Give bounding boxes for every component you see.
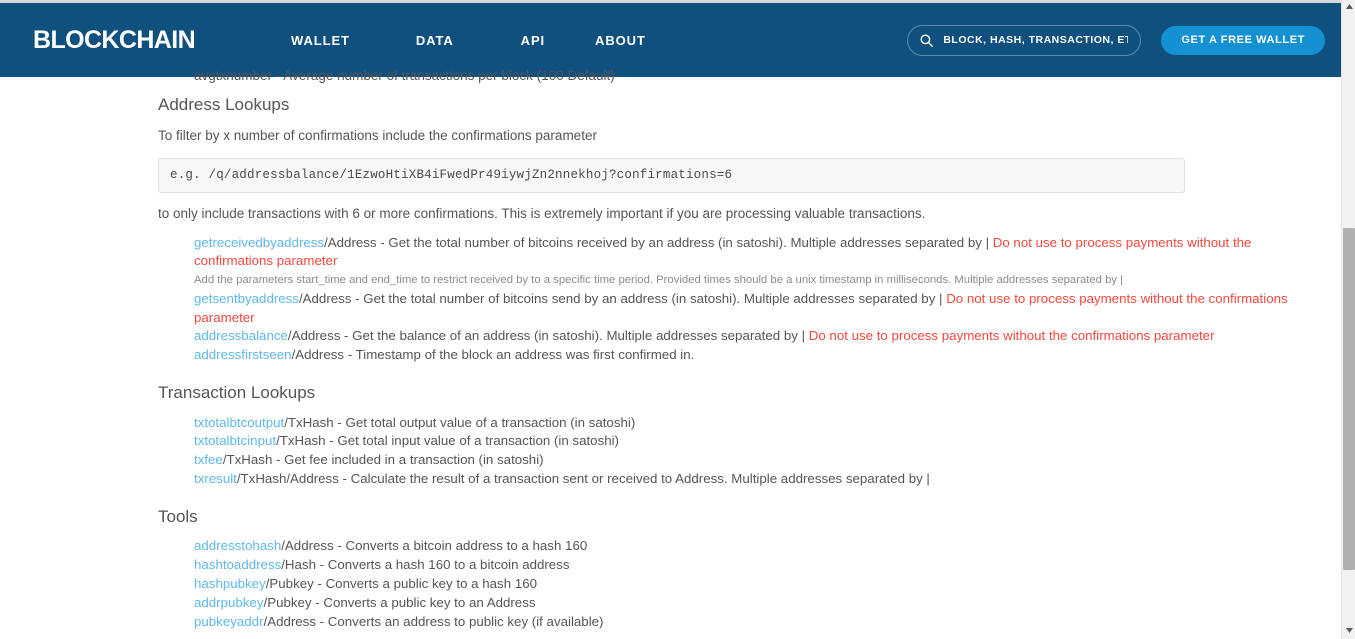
nav-item-data[interactable]: DATA (416, 33, 454, 48)
list-item: txtotalbtcoutput/TxHash - Get total outp… (194, 414, 1311, 433)
vertical-scrollbar[interactable] (1341, 0, 1355, 639)
scroll-up-arrow-icon[interactable] (1342, 0, 1355, 15)
list-item: hashtoaddress/Hash - Converts a hash 160… (194, 556, 1311, 575)
endpoint-desc: /Hash - Converts a hash 160 to a bitcoin… (281, 557, 570, 573)
section-title-tools: Tools (158, 507, 198, 527)
endpoint-desc: /Address - Converts an address to public… (263, 613, 604, 629)
endpoint-link-txfee[interactable]: txfee (194, 452, 223, 467)
address-lookups-list: getreceivedbyaddress/Address - Get the t… (158, 234, 1311, 366)
endpoint-desc: /Address - Timestamp of the block an add… (291, 347, 695, 363)
endpoint-link-pubkeyaddr[interactable]: pubkeyaddr (194, 614, 264, 629)
endpoint-link-addressfirstseen[interactable]: addressfirstseen (194, 347, 292, 362)
search-icon (920, 34, 934, 47)
scroll-down-arrow-icon[interactable] (1342, 624, 1355, 639)
endpoint-link-txresult[interactable]: txresult (194, 471, 237, 486)
endpoint-link-hashpubkey[interactable]: hashpubkey (194, 576, 266, 591)
nav-item-wallet[interactable]: WALLET (291, 33, 350, 48)
list-item: addrpubkey/Pubkey - Converts a public ke… (194, 594, 1311, 613)
endpoint-desc: /Pubkey - Converts a public key to an Ad… (263, 595, 536, 611)
list-item: addressbalance/Address - Get the balance… (194, 327, 1311, 346)
endpoint-warning: Do not use to process payments without t… (808, 328, 1215, 344)
endpoint-link-avgtxnumber[interactable]: avgtxnumber (194, 68, 272, 83)
endpoint-note: Add the parameters start_time and end_ti… (194, 274, 1124, 287)
endpoint-link-txtotalbtcoutput[interactable]: txtotalbtcoutput (194, 415, 284, 430)
list-item: txtotalbtcinput/TxHash - Get total input… (194, 432, 1311, 451)
endpoint-desc: /Address - Get the total number of bitco… (298, 290, 947, 306)
endpoint-desc: /TxHash - Get fee included in a transact… (222, 452, 544, 468)
main-nav: WALLET DATA API ABOUT (291, 33, 646, 48)
brand-logo[interactable]: BLOCKCHAIN (33, 26, 196, 55)
nav-item-about[interactable]: ABOUT (595, 33, 646, 48)
list-item: addresstohash/Address - Converts a bitco… (194, 537, 1311, 556)
get-free-wallet-button[interactable]: GET A FREE WALLET (1161, 25, 1325, 55)
list-item: hashpubkey/Pubkey - Converts a public ke… (194, 575, 1311, 594)
header-right-group: GET A FREE WALLET (907, 24, 1325, 56)
search-input[interactable] (943, 34, 1129, 46)
endpoint-desc: /Pubkey - Converts a public key to a has… (265, 576, 537, 592)
endpoint-link-getreceivedbyaddress[interactable]: getreceivedbyaddress (194, 235, 324, 250)
endpoint-desc: /TxHash - Get total input value of a tra… (276, 433, 619, 449)
endpoint-link-getsentbyaddress[interactable]: getsentbyaddress (194, 291, 299, 306)
transaction-lookups-list: txtotalbtcoutput/TxHash - Get total outp… (158, 414, 1311, 490)
endpoint-desc: - Average number of transactions per blo… (272, 68, 615, 83)
section-title-transaction-lookups: Transaction Lookups (158, 383, 316, 403)
endpoint-desc: /Address - Get the total number of bitco… (324, 234, 993, 250)
search-box[interactable] (907, 24, 1142, 56)
code-example-box: e.g. /q/addressbalance/1EzwoHtiXB4iFwedP… (158, 157, 1185, 193)
endpoint-desc: /TxHash/Address - Calculate the result o… (236, 471, 930, 487)
section-title-address-lookups: Address Lookups (158, 95, 290, 114)
site-header: BLOCKCHAIN WALLET DATA API ABOUT GET A F… (0, 3, 1341, 77)
list-item: pubkeyaddr/Address - Converts an address… (194, 613, 1311, 632)
endpoint-desc: /TxHash - Get total output value of a tr… (284, 414, 636, 430)
address-lookups-intro: To filter by x number of confirmations i… (158, 128, 597, 144)
endpoint-link-addresstohash[interactable]: addresstohash (194, 538, 281, 553)
address-lookups-after-code: to only include transactions with 6 or m… (158, 205, 926, 221)
list-item: txresult/TxHash/Address - Calculate the … (194, 470, 1311, 489)
code-example-text: e.g. /q/addressbalance/1EzwoHtiXB4iFwedP… (170, 168, 733, 183)
list-item: getreceivedbyaddress/Address - Get the t… (194, 234, 1311, 289)
clipped-endpoint-line: avgtxnumber - Average number of transact… (194, 68, 615, 83)
list-item: txfee/TxHash - Get fee included in a tra… (194, 451, 1311, 470)
scrollbar-thumb[interactable] (1343, 228, 1355, 570)
list-item: getsentbyaddress/Address - Get the total… (194, 290, 1311, 328)
main-content: avgtxnumber - Average number of transact… (0, 68, 1341, 639)
tools-list: addresstohash/Address - Converts a bitco… (158, 537, 1311, 631)
list-item: addressfirstseen/Address - Timestamp of … (194, 346, 1311, 365)
endpoint-desc: /Address - Converts a bitcoin address to… (281, 538, 588, 554)
endpoint-link-hashtoaddress[interactable]: hashtoaddress (194, 557, 281, 572)
endpoint-desc: /Address - Get the balance of an address… (287, 328, 809, 344)
page-root: BLOCKCHAIN WALLET DATA API ABOUT GET A F… (0, 0, 1341, 639)
endpoint-link-addrpubkey[interactable]: addrpubkey (194, 595, 264, 610)
endpoint-link-txtotalbtcinput[interactable]: txtotalbtcinput (194, 433, 276, 448)
nav-item-api[interactable]: API (521, 33, 545, 48)
endpoint-link-addressbalance[interactable]: addressbalance (194, 328, 288, 343)
